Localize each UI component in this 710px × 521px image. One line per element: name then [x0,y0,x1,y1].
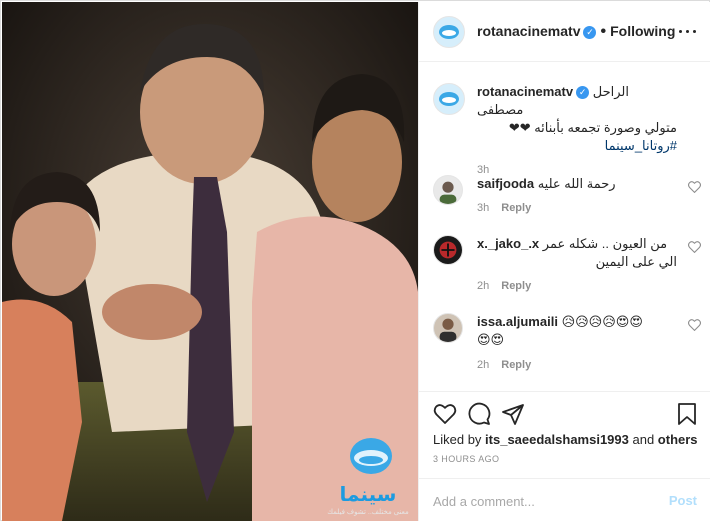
commenter-avatar[interactable] [433,235,463,265]
comment-body: x._jako_.x من العيون .. شكله عمر الي على… [477,235,677,295]
reply-button[interactable]: Reply [501,280,531,292]
post-comment-button[interactable]: Post [669,493,697,508]
liked-by-user[interactable]: its_saeedalshamsi1993 [485,432,629,447]
account-avatar[interactable] [433,15,465,48]
user-avatar-icon [439,318,457,342]
reply-button[interactable]: Reply [501,202,531,214]
heart-icon[interactable] [433,402,457,426]
comment-like-heart-icon[interactable] [688,319,701,331]
comment-time[interactable]: 2h [477,359,489,371]
commenter-avatar[interactable] [433,175,463,205]
verified-badge-icon: ✓ [583,25,597,39]
following-button[interactable]: Following [610,23,675,39]
comment-username[interactable]: issa.aljumaili [477,314,558,329]
comment-icon[interactable] [467,402,491,426]
comment-time[interactable]: 2h [477,280,489,292]
comment-emoji-line1: 😥😥😥😥😍😍 [561,315,643,330]
channel-watermark: سينما معنى مختلف.. تشوف فيلمك [320,434,416,520]
comment-text: رحمة الله عليه [537,176,616,191]
caption-text-line2: متولي وصورة تجمعه بأبنائه ❤❤ [508,120,677,135]
user-avatar-icon [439,181,457,204]
comment-time[interactable]: 3h [477,202,489,214]
account-username[interactable]: rotanacinematv [477,23,580,39]
reply-button[interactable]: Reply [501,359,531,371]
caption-item: rotanacinematv ✓ الراحل مصطفى متولي وصورة… [433,83,701,176]
post-side-panel: rotanacinematv ✓ • Following rotanacinematv… [418,2,710,521]
rotana-logo-icon [350,438,392,474]
action-icons-row [433,402,699,426]
likes-joiner: and [628,432,658,447]
caption-body: rotanacinematv ✓ الراحل مصطفى متولي وصورة… [477,83,677,179]
rotana-avatar-icon [439,92,459,106]
comment-like-heart-icon[interactable] [688,241,701,253]
user-avatar-icon [439,241,457,259]
post-header: rotanacinematv ✓ • Following [419,2,710,62]
likes-prefix: Liked by [433,432,486,447]
watermark-tagline: معنى مختلف.. تشوف فيلمك [327,509,409,516]
comment-emoji-line2: 😍😍 [477,333,505,348]
comment-item: x._jako_.x من العيون .. شكله عمر الي على… [433,235,701,301]
comment-input[interactable] [433,491,653,511]
post-actions: Liked by its_saeedalshamsi1993 and other… [419,391,710,521]
comment-text-line1: من العيون .. شكله عمر [542,236,668,251]
liked-by-others[interactable]: others [658,432,698,447]
comment-text-line2: الي على اليمين [595,254,677,269]
comments-list: rotanacinematv ✓ الراحل مصطفى متولي وصورة… [419,63,710,391]
post-photo[interactable]: سينما معنى مختلف.. تشوف فيلمك [2,2,418,521]
comment-item: issa.aljumaili 😥😥😥😥😍😍 😍😍 2h Reply [433,313,701,379]
comment-username[interactable]: x._jako_.x [477,236,539,251]
watermark-logo-text: سينما [339,482,397,506]
verified-badge-icon: ✓ [576,86,590,99]
header-separator: • [600,22,607,40]
comment-like-heart-icon[interactable] [688,181,701,193]
likes-summary: Liked by its_saeedalshamsi1993 and other… [433,432,698,447]
comment-item: saifjooda رحمة الله عليه 3h Reply [433,175,701,225]
commenter-avatar[interactable] [433,313,463,343]
caption-avatar[interactable] [433,83,465,115]
comment-body: issa.aljumaili 😥😥😥😥😍😍 😍😍 2h Reply [477,313,677,374]
comment-username[interactable]: saifjooda [477,176,534,191]
rotana-avatar-icon [439,24,459,39]
post-dialog: سينما معنى مختلف.. تشوف فيلمك rotanacine… [0,0,710,521]
caption-hashtag[interactable]: #روتانا_سينما [477,137,677,155]
bookmark-icon[interactable] [675,402,699,426]
comment-body: saifjooda رحمة الله عليه 3h Reply [477,175,677,217]
caption-username[interactable]: rotanacinematv [477,84,573,99]
add-comment-bar: Post [419,478,710,521]
share-icon[interactable] [501,402,525,426]
post-timestamp[interactable]: 3 HOURS AGO [433,454,499,464]
more-options-icon[interactable] [679,24,697,40]
